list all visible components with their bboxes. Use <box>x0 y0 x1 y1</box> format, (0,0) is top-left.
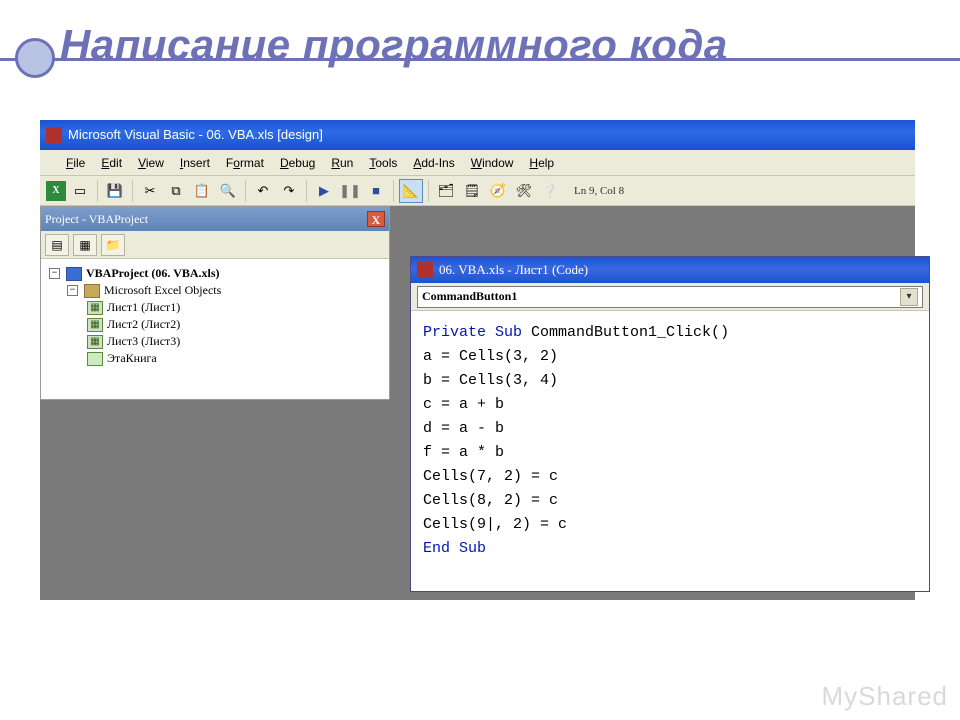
slide-title: Написание программного кода <box>60 21 728 69</box>
title-bullet-icon <box>15 38 55 78</box>
vba-window: Microsoft Visual Basic - 06. VBA.xls [de… <box>40 120 915 600</box>
menu-tools[interactable]: Tools <box>369 156 397 170</box>
code-window: 06. VBA.xls - Лист1 (Code) CommandButton… <box>410 256 930 592</box>
code-line[interactable]: a = Cells(3, 2) <box>423 345 917 369</box>
redo-icon[interactable]: ↷ <box>277 179 301 203</box>
project-tree: − VBAProject (06. VBA.xls) − Microsoft E… <box>41 259 389 399</box>
tree-project-root[interactable]: − VBAProject (06. VBA.xls) <box>45 265 385 282</box>
toggle-folders-icon[interactable]: 📁 <box>101 234 125 256</box>
insert-userform-icon[interactable]: ▭ <box>68 179 92 203</box>
worksheet-icon <box>87 301 103 315</box>
menu-view[interactable]: View <box>138 156 164 170</box>
tree-sheet-item[interactable]: Лист1 (Лист1) <box>45 299 385 316</box>
object-browser-icon[interactable]: 🧭 <box>486 179 510 203</box>
project-explorer-title: Project - VBAProject <box>45 208 148 230</box>
view-code-icon[interactable]: ▤ <box>45 234 69 256</box>
code-line[interactable]: f = a * b <box>423 441 917 465</box>
menu-edit[interactable]: Edit <box>101 156 122 170</box>
project-explorer-titlebar[interactable]: Project - VBAProject X <box>41 207 389 231</box>
code-window-title: 06. VBA.xls - Лист1 (Code) <box>439 257 588 283</box>
folder-icon <box>84 284 100 298</box>
toolbar-separator <box>97 180 98 202</box>
cursor-position: Ln 9, Col 8 <box>574 185 624 197</box>
tree-sheet-item[interactable]: Лист2 (Лист2) <box>45 316 385 333</box>
menu-insert[interactable]: Insert <box>180 156 210 170</box>
project-explorer: Project - VBAProject X ▤ ▦ 📁 − VBAProjec… <box>40 206 390 400</box>
worksheet-icon <box>87 318 103 332</box>
menu-addins[interactable]: Add-Ins <box>413 156 454 170</box>
break-icon[interactable]: ❚❚ <box>338 179 362 203</box>
workspace: Project - VBAProject X ▤ ▦ 📁 − VBAProjec… <box>40 206 915 600</box>
view-object-icon[interactable]: ▦ <box>73 234 97 256</box>
tree-workbook-item[interactable]: ЭтаКнига <box>45 350 385 367</box>
code-line[interactable]: d = a - b <box>423 417 917 441</box>
code-line[interactable]: c = a + b <box>423 393 917 417</box>
toolbar-separator <box>306 180 307 202</box>
reset-icon[interactable]: ■ <box>364 179 388 203</box>
help-icon[interactable]: ❔ <box>538 179 562 203</box>
save-icon[interactable]: 💾 <box>103 179 127 203</box>
design-mode-icon[interactable]: 📐 <box>399 179 423 203</box>
window-title-text: Microsoft Visual Basic - 06. VBA.xls [de… <box>68 120 323 150</box>
toolbar-separator <box>245 180 246 202</box>
toolbar-separator <box>428 180 429 202</box>
title-underline <box>0 58 960 61</box>
toolbar-separator <box>393 180 394 202</box>
project-root-label: VBAProject (06. VBA.xls) <box>86 266 220 281</box>
excel-icon[interactable]: X <box>46 181 66 201</box>
code-line[interactable]: Cells(8, 2) = c <box>423 489 917 513</box>
tree-folder[interactable]: − Microsoft Excel Objects <box>45 282 385 299</box>
menu-file[interactable]: File <box>66 156 85 170</box>
menu-help[interactable]: Help <box>529 156 554 170</box>
toolbar: X ▭ 💾 ✂ ⧉ 📋 🔍 ↶ ↷ ▶ ❚❚ ■ 📐 🗂 🗒 🧭 🛠 ❔ Ln … <box>40 176 915 206</box>
paste-icon[interactable]: 📋 <box>190 179 214 203</box>
cut-icon[interactable]: ✂ <box>138 179 162 203</box>
workbook-icon <box>87 352 103 366</box>
code-window-titlebar[interactable]: 06. VBA.xls - Лист1 (Code) <box>411 257 929 283</box>
close-icon[interactable]: X <box>367 211 385 227</box>
collapse-icon[interactable]: − <box>49 268 60 279</box>
window-titlebar[interactable]: Microsoft Visual Basic - 06. VBA.xls [de… <box>40 120 915 150</box>
run-icon[interactable]: ▶ <box>312 179 336 203</box>
code-line[interactable]: Cells(7, 2) = c <box>423 465 917 489</box>
slide-title-area: Написание программного кода <box>0 0 960 90</box>
menu-bar: File Edit View Insert Format Debug Run T… <box>40 150 915 176</box>
watermark: MyShared <box>822 681 949 712</box>
code-object-bar: CommandButton1 ▾ <box>411 283 929 311</box>
code-line[interactable]: End Sub <box>423 537 917 561</box>
menu-run[interactable]: Run <box>331 156 353 170</box>
menu-format[interactable]: Format <box>226 156 264 170</box>
tree-item-label: Лист3 (Лист3) <box>107 334 180 349</box>
worksheet-icon <box>87 335 103 349</box>
menu-window[interactable]: Window <box>471 156 514 170</box>
toolbar-separator <box>132 180 133 202</box>
code-line[interactable]: Cells(9|, 2) = c <box>423 513 917 537</box>
code-line[interactable]: b = Cells(3, 4) <box>423 369 917 393</box>
chevron-down-icon[interactable]: ▾ <box>900 288 918 306</box>
properties-icon[interactable]: 🗒 <box>460 179 484 203</box>
tree-item-label: ЭтаКнига <box>107 351 157 366</box>
code-editor[interactable]: Private Sub CommandButton1_Click()a = Ce… <box>411 311 929 591</box>
undo-icon[interactable]: ↶ <box>251 179 275 203</box>
code-line[interactable]: Private Sub CommandButton1_Click() <box>423 321 917 345</box>
menu-debug[interactable]: Debug <box>280 156 315 170</box>
collapse-icon[interactable]: − <box>67 285 78 296</box>
code-window-icon <box>417 262 433 278</box>
object-dropdown-value: CommandButton1 <box>422 289 517 304</box>
project-explorer-toolbar: ▤ ▦ 📁 <box>41 231 389 259</box>
app-icon <box>46 127 62 143</box>
object-dropdown[interactable]: CommandButton1 ▾ <box>417 286 923 308</box>
vba-project-icon <box>66 267 82 281</box>
tree-sheet-item[interactable]: Лист3 (Лист3) <box>45 333 385 350</box>
folder-label: Microsoft Excel Objects <box>104 283 221 298</box>
toolbox-icon[interactable]: 🛠 <box>512 179 536 203</box>
tree-item-label: Лист2 (Лист2) <box>107 317 180 332</box>
project-explorer-icon[interactable]: 🗂 <box>434 179 458 203</box>
find-icon[interactable]: 🔍 <box>216 179 240 203</box>
copy-icon[interactable]: ⧉ <box>164 179 188 203</box>
tree-item-label: Лист1 (Лист1) <box>107 300 180 315</box>
